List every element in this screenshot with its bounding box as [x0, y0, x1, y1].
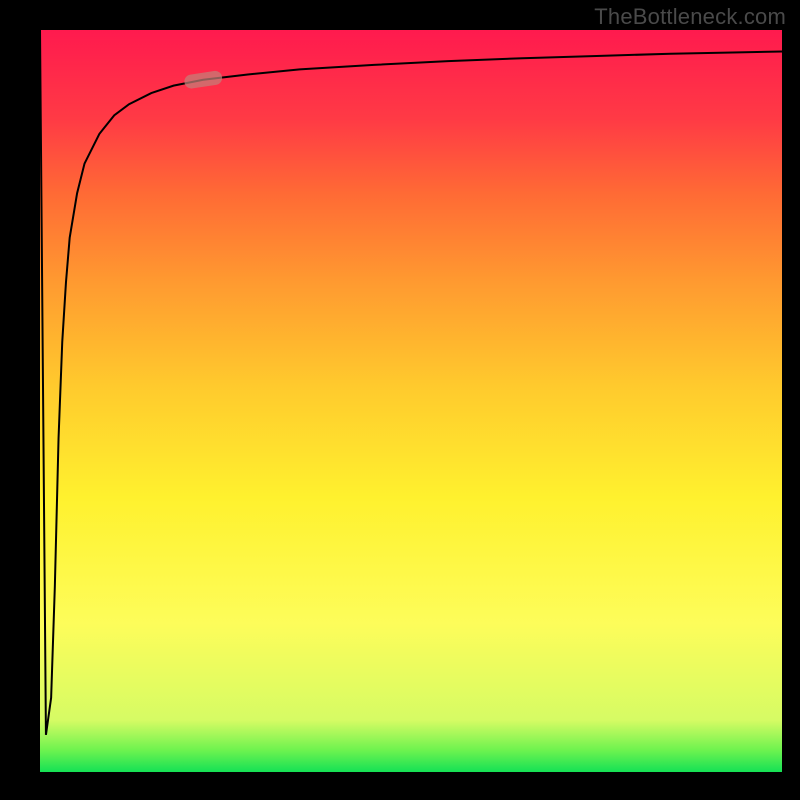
watermark-text: TheBottleneck.com [594, 4, 786, 30]
curve-layer [40, 30, 782, 772]
chart-frame: TheBottleneck.com [0, 0, 800, 800]
plot-area [40, 30, 782, 772]
highlight-marker [183, 70, 223, 89]
bottleneck-curve [40, 30, 782, 735]
